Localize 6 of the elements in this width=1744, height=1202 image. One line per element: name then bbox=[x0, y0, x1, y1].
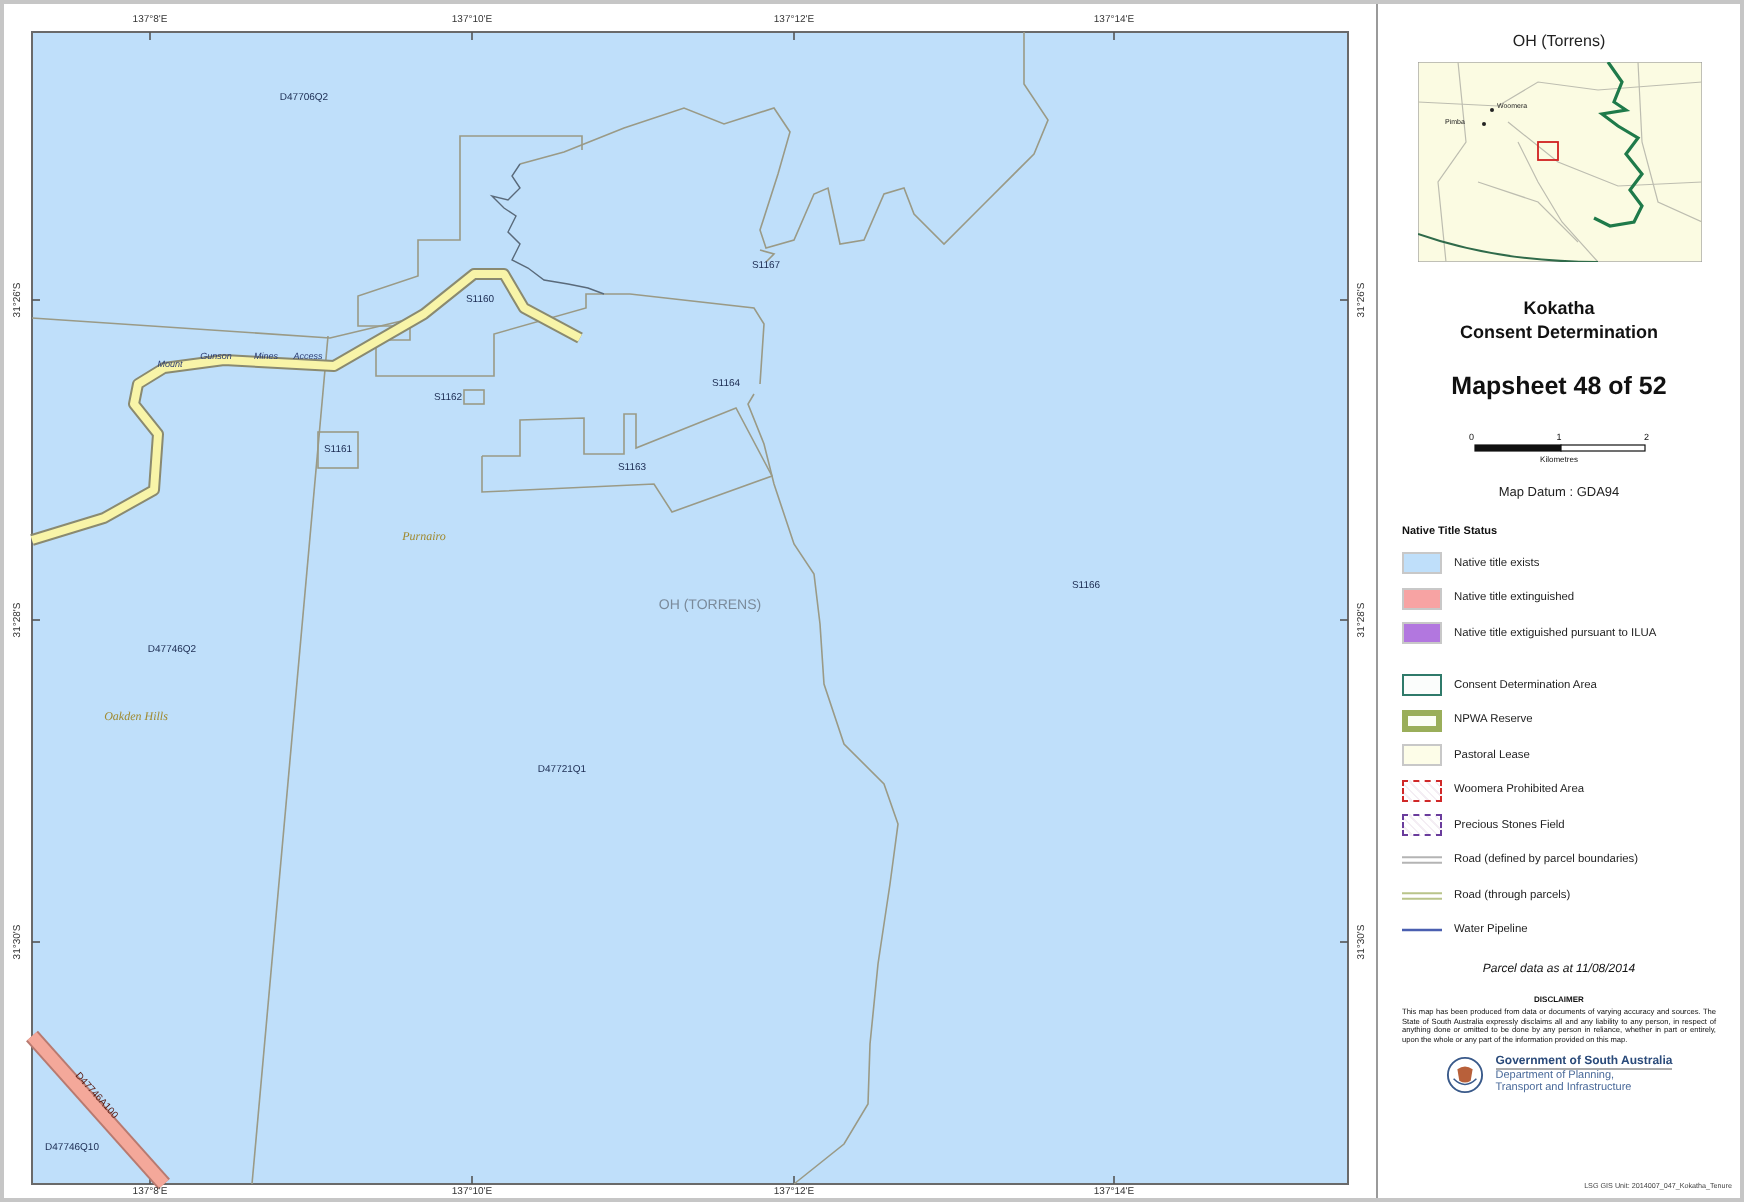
mapsheet-number: Mapsheet 48 of 52 bbox=[1451, 372, 1667, 400]
map-title: Consent Determination bbox=[1459, 320, 1658, 344]
area-title: OH (Torrens) bbox=[1512, 32, 1606, 50]
map-title: Kokatha bbox=[1523, 296, 1595, 320]
emblem-icon bbox=[1445, 1056, 1484, 1095]
lake-shoreline bbox=[489, 163, 605, 295]
